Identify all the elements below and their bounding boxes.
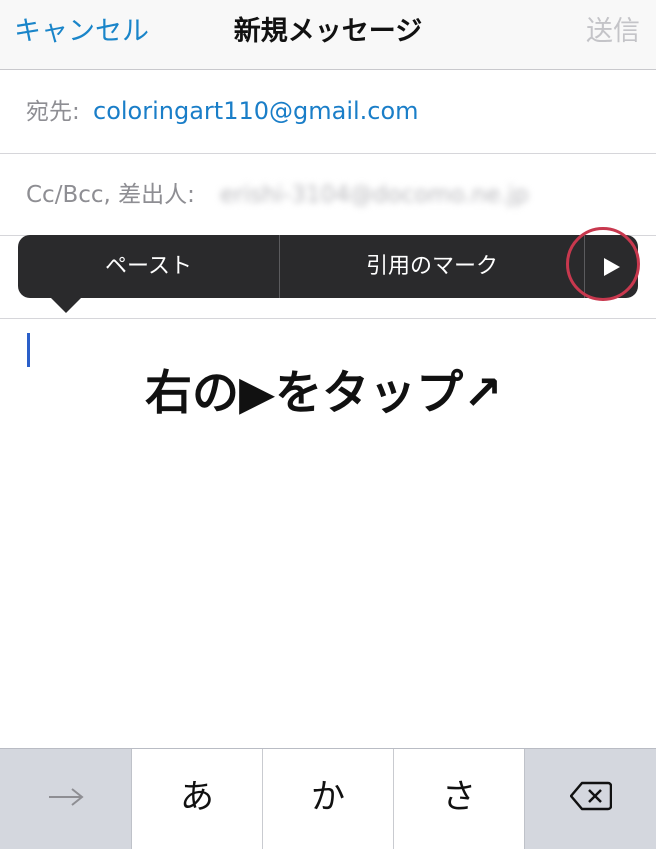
highlight-circle bbox=[566, 227, 640, 301]
key-sa[interactable]: さ bbox=[394, 749, 525, 849]
to-field-row[interactable]: 宛先: coloringart110@gmail.com bbox=[0, 70, 656, 154]
cc-bcc-from-row[interactable]: Cc/Bcc, 差出人: erishi-3104@docomo.ne.jp bbox=[0, 154, 656, 236]
send-button[interactable]: 送信 bbox=[586, 14, 640, 50]
key-ka[interactable]: か bbox=[263, 749, 394, 849]
quote-level-menu-item[interactable]: 引用のマーク bbox=[280, 235, 585, 298]
page-title: 新規メッセージ bbox=[233, 16, 423, 47]
to-label: 宛先: bbox=[26, 99, 80, 125]
from-address[interactable]: erishi-3104@docomo.ne.jp bbox=[220, 180, 529, 210]
key-a[interactable]: あ bbox=[132, 749, 263, 849]
backspace-icon bbox=[570, 781, 612, 811]
edit-menu: ペースト 引用のマーク bbox=[18, 235, 638, 313]
menu-pointer-arrow bbox=[50, 297, 82, 313]
text-cursor bbox=[27, 333, 30, 367]
message-body[interactable]: 右の▶をタップ↗ bbox=[0, 318, 656, 748]
mail-compose-screen: キャンセル 新規メッセージ 送信 宛先: coloringart110@gmai… bbox=[0, 0, 656, 849]
nav-bar: キャンセル 新規メッセージ 送信 bbox=[0, 0, 656, 70]
instruction-annotation: 右の▶をタップ↗ bbox=[145, 366, 503, 421]
delete-key[interactable] bbox=[525, 749, 656, 849]
next-key[interactable] bbox=[0, 749, 132, 849]
paste-menu-item[interactable]: ペースト bbox=[18, 235, 280, 298]
arrow-right-icon bbox=[49, 788, 84, 806]
cc-bcc-from-label: Cc/Bcc, 差出人: bbox=[26, 182, 195, 208]
to-recipient[interactable]: coloringart110@gmail.com bbox=[93, 96, 419, 126]
keyboard: あ か さ bbox=[0, 748, 656, 849]
